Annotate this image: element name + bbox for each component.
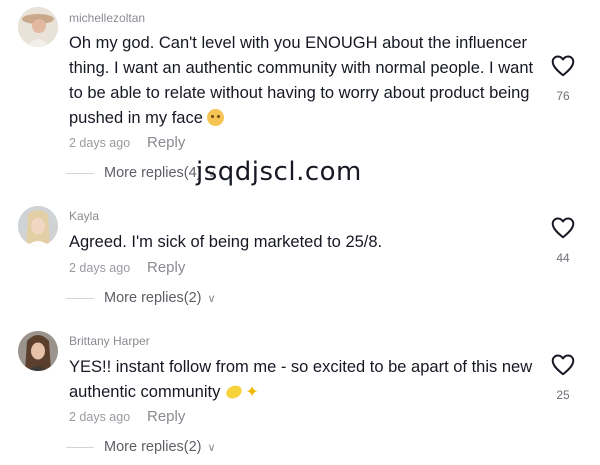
divider-line (66, 172, 94, 174)
avatar-image (18, 206, 58, 246)
more-replies-button[interactable]: More replies(2) ∨ (66, 439, 216, 455)
lemon-emoji-icon (224, 383, 245, 401)
comment-username[interactable]: michellezoltan (69, 11, 145, 25)
avatar-image (18, 7, 58, 47)
comment-text: Oh my god. Can't level with you ENOUGH a… (69, 31, 539, 131)
sparkles-emoji-icon: ✦ (245, 384, 259, 401)
comment-text-body: Oh my god. Can't level with you ENOUGH a… (69, 34, 534, 127)
face-emoji-icon (206, 109, 224, 126)
more-replies-label: More replies(2) (104, 290, 202, 306)
like-count: 25 (556, 388, 570, 402)
chevron-down-icon: ∨ (207, 292, 216, 305)
like-button[interactable]: 76 (548, 53, 578, 103)
comment-meta: 2 days ago Reply (69, 408, 185, 425)
like-button[interactable]: 25 (548, 352, 578, 402)
reply-button[interactable]: Reply (147, 408, 185, 425)
comment-date: 2 days ago (69, 410, 131, 424)
comment-text: Agreed. I'm sick of being marketed to 25… (69, 233, 383, 251)
comment-meta: 2 days ago Reply (69, 259, 185, 276)
divider-line (66, 297, 94, 299)
avatar[interactable] (18, 206, 58, 246)
comment-username[interactable]: Kayla (69, 209, 99, 223)
avatar-image (18, 331, 58, 371)
comment-username[interactable]: Brittany Harper (69, 334, 150, 348)
comment-date: 2 days ago (69, 261, 131, 275)
more-replies-label: More replies(4) (104, 165, 202, 181)
comment-text: YES!! instant follow from me - so excite… (69, 355, 539, 405)
reply-button[interactable]: Reply (147, 259, 185, 276)
like-button[interactable]: 44 (548, 215, 578, 265)
like-count: 44 (556, 251, 570, 265)
comment-date: 2 days ago (69, 136, 131, 150)
watermark: jsqdjscl.com (196, 157, 362, 187)
heart-icon (551, 354, 575, 376)
chevron-down-icon: ∨ (207, 441, 216, 454)
more-replies-button[interactable]: More replies(2) ∨ (66, 290, 216, 306)
heart-icon (551, 217, 575, 239)
more-replies-button[interactable]: More replies(4) ∨ (66, 165, 216, 181)
divider-line (66, 446, 94, 448)
like-count: 76 (556, 89, 570, 103)
avatar[interactable] (18, 7, 58, 47)
avatar[interactable] (18, 331, 58, 371)
reply-button[interactable]: Reply (147, 134, 185, 151)
comment-meta: 2 days ago Reply (69, 134, 185, 151)
comment-text-body: YES!! instant follow from me - so excite… (69, 358, 533, 401)
more-replies-label: More replies(2) (104, 439, 202, 455)
heart-icon (551, 55, 575, 77)
